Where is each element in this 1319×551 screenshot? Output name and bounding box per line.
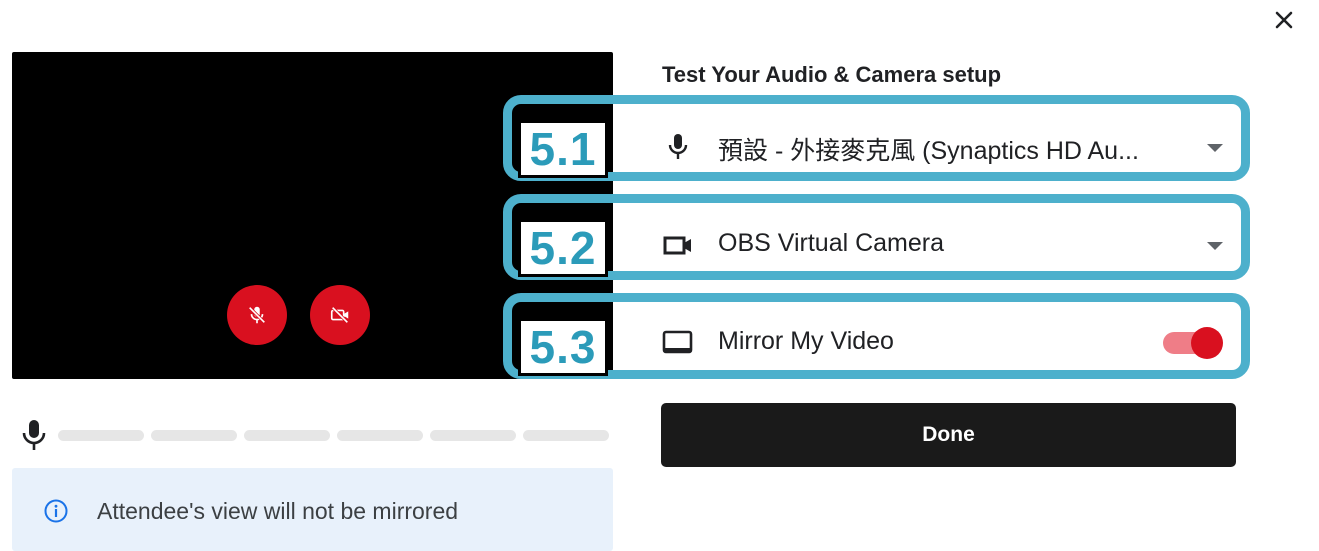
mic-mute-button[interactable]	[227, 285, 287, 345]
audio-level-segment	[151, 430, 237, 441]
annotation-tag: 5.3	[518, 318, 608, 376]
field-underline	[661, 271, 1239, 272]
audio-level-segment	[58, 430, 144, 441]
done-button[interactable]: Done	[661, 403, 1236, 467]
mic-off-icon	[248, 306, 266, 324]
microphone-select[interactable]: 預設 - 外接麥克風 (Synaptics HD Au...	[661, 120, 1239, 174]
audio-level-segment	[523, 430, 609, 441]
camera-select[interactable]: OBS Virtual Camera	[661, 218, 1239, 272]
microphone-select-value: 預設 - 外接麥克風 (Synaptics HD Au...	[718, 137, 1139, 165]
camera-select-value: OBS Virtual Camera	[718, 229, 945, 257]
info-icon	[44, 499, 68, 523]
close-button[interactable]	[1268, 4, 1300, 36]
mirror-video-label: Mirror My Video	[718, 327, 894, 355]
monitor-icon	[662, 330, 693, 354]
info-banner-text: Attendee's view will not be mirrored	[97, 498, 459, 524]
camera-off-button[interactable]	[310, 285, 370, 345]
audio-level-segment	[430, 430, 516, 441]
chevron-down-icon[interactable]	[1207, 242, 1223, 250]
annotation-tag: 5.1	[518, 120, 608, 178]
chevron-down-icon[interactable]	[1207, 144, 1223, 152]
videocam-icon	[663, 236, 691, 255]
mic-icon	[20, 418, 48, 452]
close-icon	[1275, 11, 1293, 29]
audio-level-segment	[337, 430, 423, 441]
toggle-thumb	[1191, 327, 1223, 359]
mirror-video-row: Mirror My Video	[661, 316, 1239, 370]
video-off-icon	[330, 306, 349, 324]
audio-level-segment	[244, 430, 330, 441]
field-underline	[661, 173, 1239, 174]
mic-icon	[668, 134, 688, 159]
info-banner: Attendee's view will not be mirrored	[12, 468, 613, 551]
mirror-video-toggle[interactable]	[1163, 326, 1223, 359]
annotation-tag: 5.2	[518, 219, 608, 277]
dialog-title: Test Your Audio & Camera setup	[662, 62, 1002, 87]
